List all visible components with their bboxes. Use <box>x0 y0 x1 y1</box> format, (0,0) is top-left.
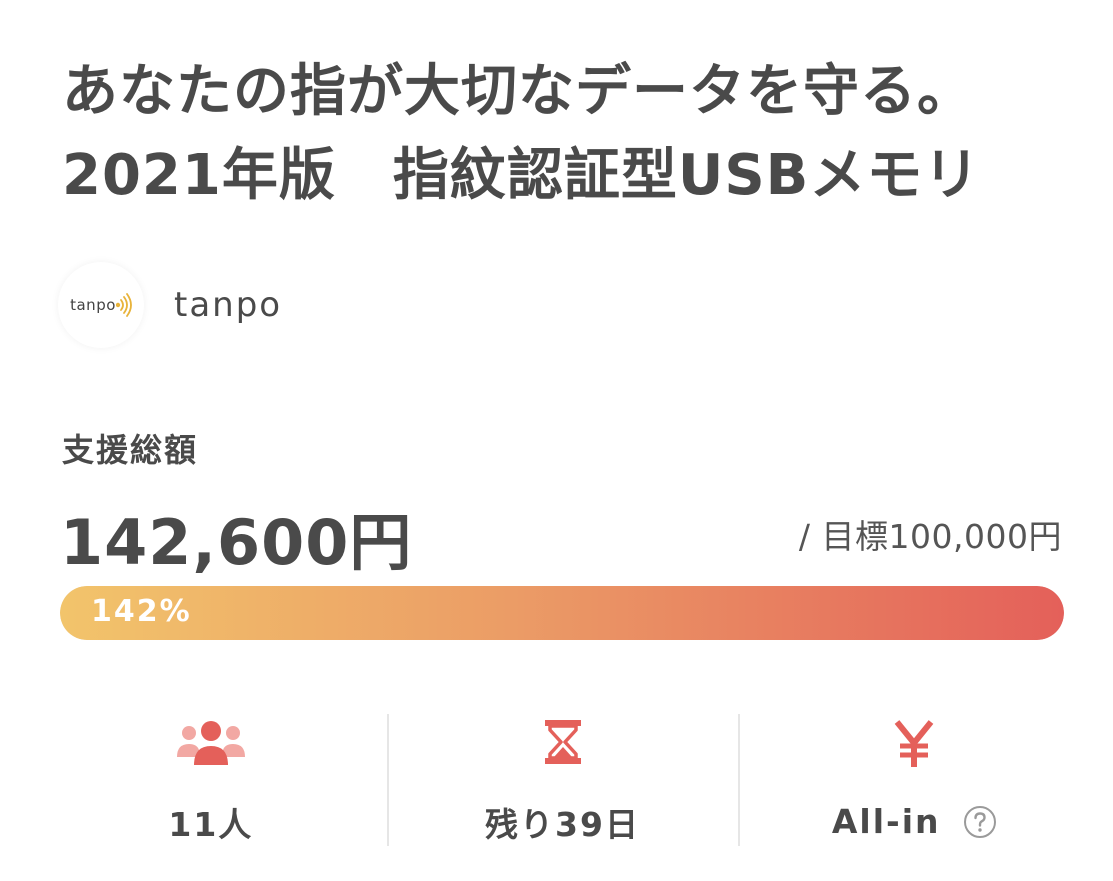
funding-goal: / 目標100,000円 <box>798 517 1062 556</box>
stat-supporters: 11人 <box>35 714 387 846</box>
owner-name[interactable]: tanpo <box>174 285 282 325</box>
stat-remaining: 残り39日 <box>386 714 739 846</box>
supporters-count: 11人 <box>168 805 254 844</box>
hourglass-icon <box>543 716 583 768</box>
funding-progress-label: 142% <box>91 594 192 629</box>
funding-progress-fill: 142% <box>60 586 1064 640</box>
project-owner[interactable]: tanpo tanpo <box>58 262 282 348</box>
funding-progress-bar: 142% <box>60 586 1064 640</box>
remaining-days: 残り39日 <box>485 805 640 844</box>
funding-type: All-in <box>832 802 997 841</box>
project-title-line2: 2021年版 指紋認証型USBメモリ <box>62 143 981 208</box>
owner-avatar[interactable]: tanpo <box>58 262 144 348</box>
funding-type-label: All-in <box>831 802 941 841</box>
owner-logo: tanpo <box>70 292 132 318</box>
question-circle-icon[interactable] <box>963 805 997 839</box>
funding-total-label: 支援総額 <box>62 431 199 469</box>
project-title-line1: あなたの指が大切なデータを守る。 <box>62 59 974 124</box>
stat-funding-type: All-in <box>738 714 1090 846</box>
project-title: あなたの指が大切なデータを守る。 2021年版 指紋認証型USBメモリ <box>62 50 1062 218</box>
yen-icon <box>892 716 936 772</box>
owner-logo-text: tanpo <box>70 296 116 314</box>
project-stats: 11人 残り39日 All-in <box>35 714 1090 846</box>
funding-amount: 142,600円 <box>60 506 413 579</box>
signal-waves-icon <box>115 293 132 317</box>
people-icon <box>175 716 247 768</box>
